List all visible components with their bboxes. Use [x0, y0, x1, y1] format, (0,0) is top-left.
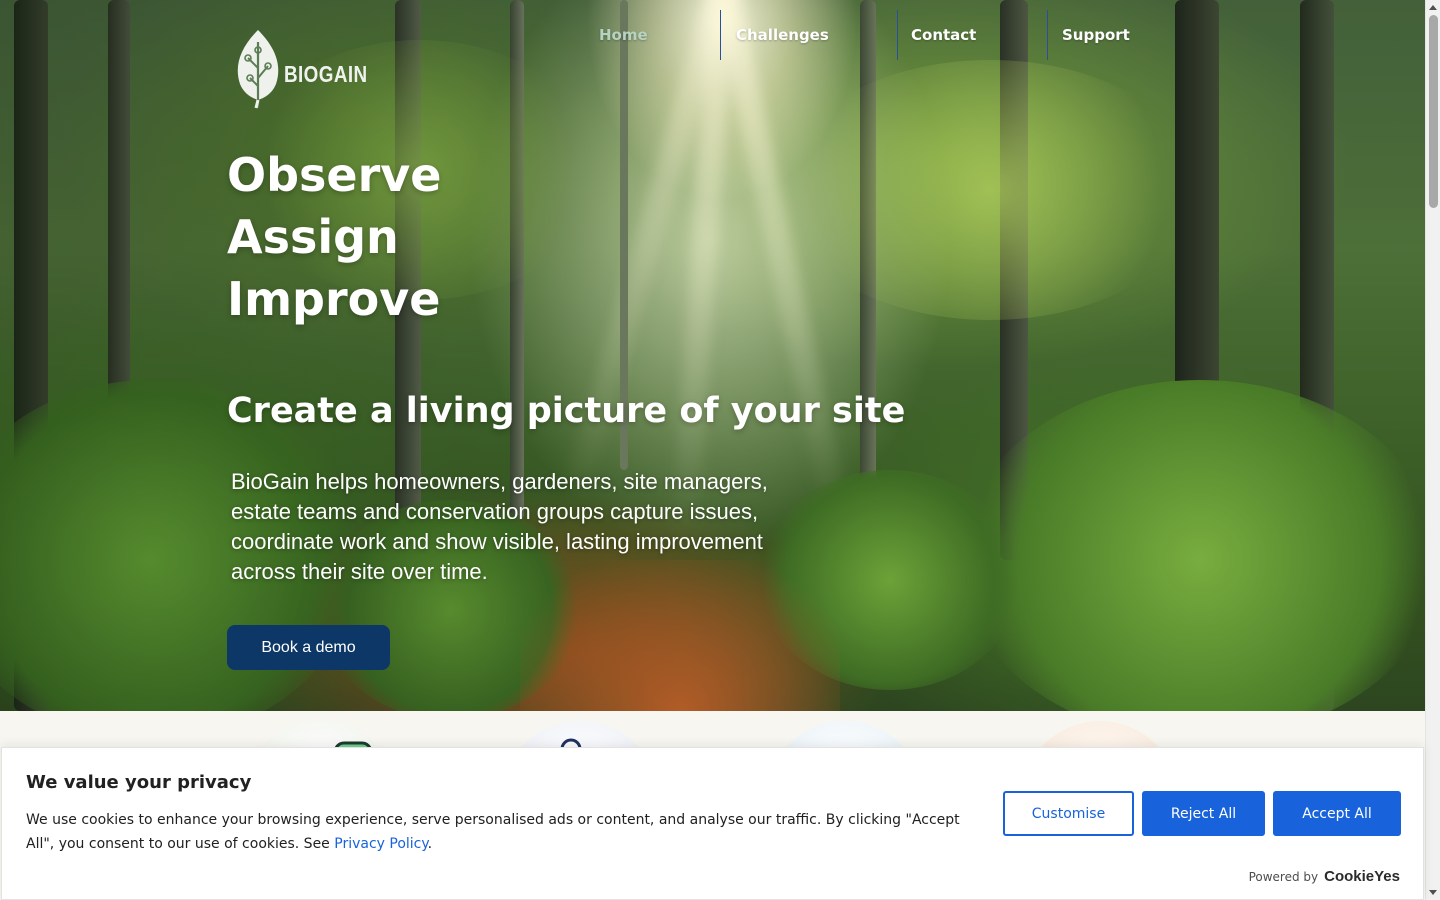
cookie-banner: We value your privacy We use cookies to … — [1, 747, 1424, 900]
cookie-title: We value your privacy — [26, 772, 252, 793]
cookieyes-logo[interactable]: CookieYes — [1324, 868, 1400, 885]
nav-contact[interactable]: Contact — [911, 26, 976, 44]
accept-all-button[interactable]: Accept All — [1273, 791, 1401, 836]
page-scrollbar[interactable] — [1425, 0, 1440, 900]
nav-divider — [720, 10, 721, 60]
scroll-down-arrow-icon[interactable] — [1429, 890, 1437, 895]
headline-line: Assign — [227, 210, 399, 264]
headline-line: Observe — [227, 148, 442, 202]
hero-headline: Observe Assign Improve — [227, 144, 441, 330]
hero-description: BioGain helps homeowners, gardeners, sit… — [231, 469, 768, 584]
scroll-up-arrow-icon[interactable] — [1429, 5, 1437, 10]
cookie-text-end: . — [427, 836, 433, 852]
headline-line: Improve — [227, 272, 441, 326]
book-demo-button[interactable]: Book a demo — [227, 625, 390, 670]
nav-home[interactable]: Home — [599, 26, 648, 44]
hero-subheading: Create a living picture of your site — [227, 391, 906, 431]
nav-challenges[interactable]: Challenges — [736, 26, 829, 44]
nav-divider — [1047, 10, 1048, 60]
nav-divider — [897, 10, 898, 60]
customise-button[interactable]: Customise — [1003, 791, 1134, 836]
powered-by-label: Powered by — [1248, 870, 1319, 884]
cookie-text: We use cookies to enhance your browsing … — [26, 808, 976, 856]
leaf-circuit-logo-icon — [237, 30, 279, 109]
nav-support[interactable]: Support — [1062, 26, 1130, 44]
cookie-body: We use cookies to enhance your browsing … — [26, 812, 960, 852]
reject-all-button[interactable]: Reject All — [1142, 791, 1265, 836]
privacy-policy-link[interactable]: Privacy Policy — [334, 836, 427, 852]
powered-by: Powered by CookieYes — [1249, 868, 1400, 885]
scroll-thumb[interactable] — [1429, 15, 1438, 208]
brand-logo[interactable]: BIOGAIN — [234, 28, 386, 110]
hero-section: BIOGAIN Home Challenges Contact Support … — [0, 0, 1425, 711]
brand-name: BIOGAIN — [284, 60, 368, 87]
